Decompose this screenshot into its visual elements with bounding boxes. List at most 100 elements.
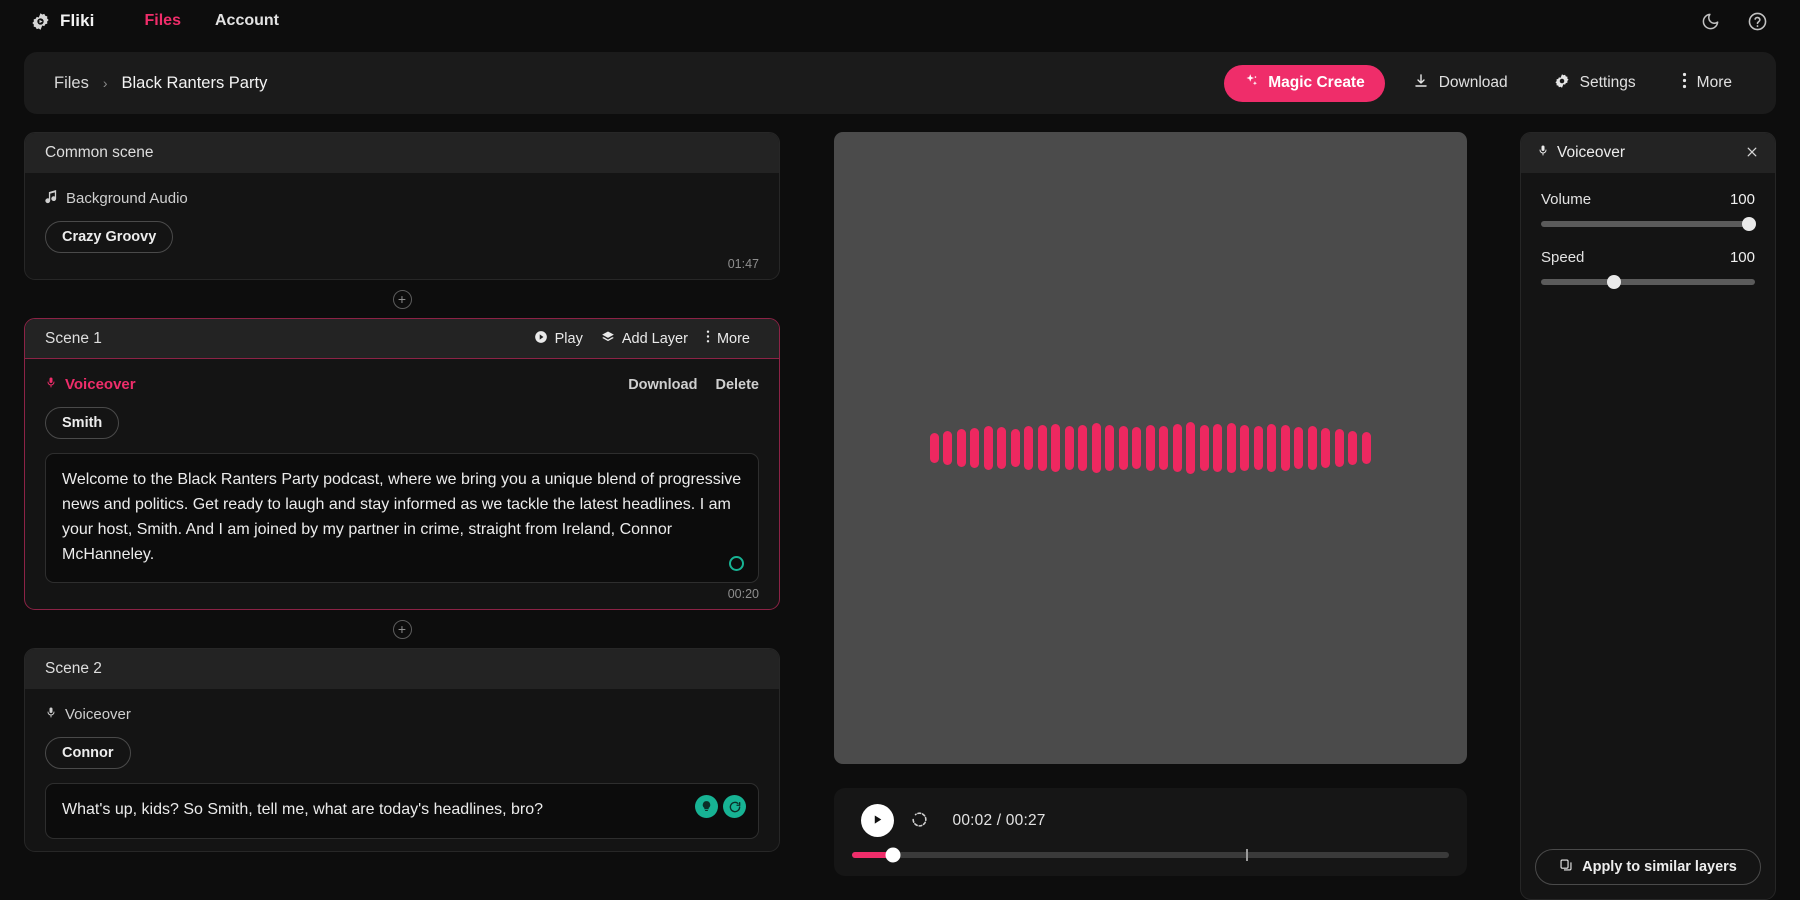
waveform-bar (984, 426, 993, 470)
waveform-bar (1213, 424, 1222, 472)
waveform-bar (1362, 432, 1371, 464)
restart-rotate-icon (910, 810, 929, 832)
inspector-header: Voiceover (1521, 133, 1775, 173)
scene-1-more-button[interactable]: More (697, 329, 759, 348)
apply-to-similar-layers-button[interactable]: Apply to similar layers (1535, 849, 1761, 885)
breadcrumb-files[interactable]: Files (54, 74, 89, 93)
scene-1-download-link[interactable]: Download (628, 377, 697, 393)
waveform-bar (1240, 425, 1249, 471)
scene-1-body: Voiceover Download Delete Smith Welcome … (25, 359, 779, 609)
scene-2-card: Scene 2 Voiceover Connor What's up, ki (24, 648, 780, 851)
scene-1-header-actions: Play Add Layer (525, 329, 759, 348)
waveform-bar (1348, 431, 1357, 465)
microphone-icon (45, 705, 57, 724)
question-circle-icon[interactable] (1747, 11, 1768, 32)
waveform-bar (1051, 424, 1060, 472)
breadcrumb-current: Black Ranters Party (122, 74, 268, 93)
music-note-icon (45, 189, 58, 208)
waveform-bar (1267, 424, 1276, 472)
inspector-controls: Volume 100 Speed 100 (1521, 173, 1775, 307)
common-scene-duration: 01:47 (728, 257, 759, 271)
voiceover-inspector-panel: Voiceover Volume 100 Speed 1 (1520, 132, 1776, 900)
scrubber-marker (1246, 849, 1248, 861)
playback-scrubber[interactable] (852, 852, 1449, 858)
magic-create-button[interactable]: Magic Create (1224, 65, 1384, 102)
scene-1-script-textbox[interactable]: Welcome to the Black Ranters Party podca… (45, 453, 759, 583)
more-label: More (1697, 74, 1732, 92)
speed-label: Speed (1541, 249, 1584, 266)
scene-1-voice-pill[interactable]: Smith (45, 407, 119, 439)
play-icon (871, 813, 884, 829)
scene-2-script-textbox[interactable]: What's up, kids? So Smith, tell me, what… (45, 783, 759, 838)
nav-link-account[interactable]: Account (215, 12, 279, 30)
speed-label-row: Speed 100 (1541, 249, 1755, 266)
audio-waveform (930, 418, 1371, 478)
waveform-bar (997, 427, 1006, 469)
apply-label: Apply to similar layers (1582, 859, 1737, 875)
download-button[interactable]: Download (1395, 65, 1526, 102)
scene-1-header: Scene 1 Play (25, 319, 779, 359)
speed-slider[interactable] (1541, 279, 1755, 285)
waveform-bar (1308, 426, 1317, 470)
plus-circle-icon[interactable]: + (393, 620, 412, 639)
scene-1-title: Scene 1 (45, 330, 102, 348)
speed-value: 100 (1730, 249, 1755, 266)
waveform-bar (1321, 428, 1330, 468)
scene-1-delete-link[interactable]: Delete (715, 377, 759, 393)
scene-1-play-button[interactable]: Play (525, 330, 592, 348)
player-controls: 00:02 / 00:27 (834, 788, 1467, 876)
more-button[interactable]: More (1664, 65, 1750, 102)
volume-slider[interactable] (1541, 221, 1755, 227)
video-preview-stage[interactable] (834, 132, 1467, 764)
waveform-bar (1078, 425, 1087, 471)
waveform-bar (943, 431, 952, 465)
background-audio-track-pill[interactable]: Crazy Groovy (45, 221, 173, 253)
restart-button[interactable] (910, 810, 929, 832)
scene-2-ai-tools (695, 795, 746, 818)
regenerate-icon[interactable] (723, 795, 746, 818)
background-audio-layer-row[interactable]: Background Audio (45, 189, 759, 208)
volume-control: Volume 100 (1541, 191, 1755, 227)
waveform-bar (1011, 429, 1020, 467)
add-scene-separator-2: + (24, 610, 780, 648)
download-icon (1413, 73, 1429, 94)
breadcrumb-action-bar: Files › Black Ranters Party Magic Create… (24, 52, 1776, 114)
settings-button[interactable]: Settings (1536, 65, 1654, 102)
scene-2-title: Scene 2 (45, 660, 102, 678)
waveform-bar (1254, 426, 1263, 470)
scene-2-voice-pill[interactable]: Connor (45, 737, 131, 769)
nav-link-files[interactable]: Files (145, 12, 181, 30)
download-label: Download (1439, 74, 1508, 92)
plus-circle-icon[interactable]: + (393, 290, 412, 309)
toolbar-actions: Magic Create Download Settings (1224, 65, 1750, 102)
gear-icon (1554, 73, 1570, 94)
play-button[interactable] (861, 804, 894, 837)
common-scene-header: Common scene (25, 133, 779, 173)
waveform-bar (1105, 425, 1114, 471)
magic-create-label: Magic Create (1268, 74, 1364, 92)
scene-1-script-text: Welcome to the Black Ranters Party podca… (62, 471, 741, 563)
timeline-panel[interactable]: Common scene Background Audio Crazy Groo… (24, 132, 780, 900)
volume-value: 100 (1730, 191, 1755, 208)
common-scene-card: Common scene Background Audio Crazy Groo… (24, 132, 780, 280)
brand-logo[interactable]: Fliki (30, 11, 95, 32)
layers-icon (601, 330, 615, 348)
common-scene-body: Background Audio Crazy Groovy 01:47 (25, 173, 779, 279)
scrubber-handle[interactable] (886, 848, 901, 863)
microphone-icon (45, 375, 57, 394)
scene-1-add-layer-button[interactable]: Add Layer (592, 330, 697, 348)
speed-slider-knob[interactable] (1607, 275, 1621, 289)
waveform-bar (1146, 425, 1155, 471)
scene-2-voiceover-row[interactable]: Voiceover (45, 705, 759, 724)
sparkles-icon (1244, 73, 1259, 93)
volume-label: Volume (1541, 191, 1591, 208)
scene-1-voiceover-links: Download Delete (628, 377, 759, 393)
scene-1-add-layer-label: Add Layer (622, 331, 688, 347)
close-icon[interactable] (1743, 143, 1761, 164)
scene-1-duration: 00:20 (728, 587, 759, 601)
waveform-bar (1281, 425, 1290, 471)
moon-icon[interactable] (1700, 11, 1721, 32)
lightbulb-icon[interactable] (695, 795, 718, 818)
scene-1-voiceover-row[interactable]: Voiceover Download Delete (45, 375, 759, 394)
volume-slider-knob[interactable] (1742, 217, 1756, 231)
